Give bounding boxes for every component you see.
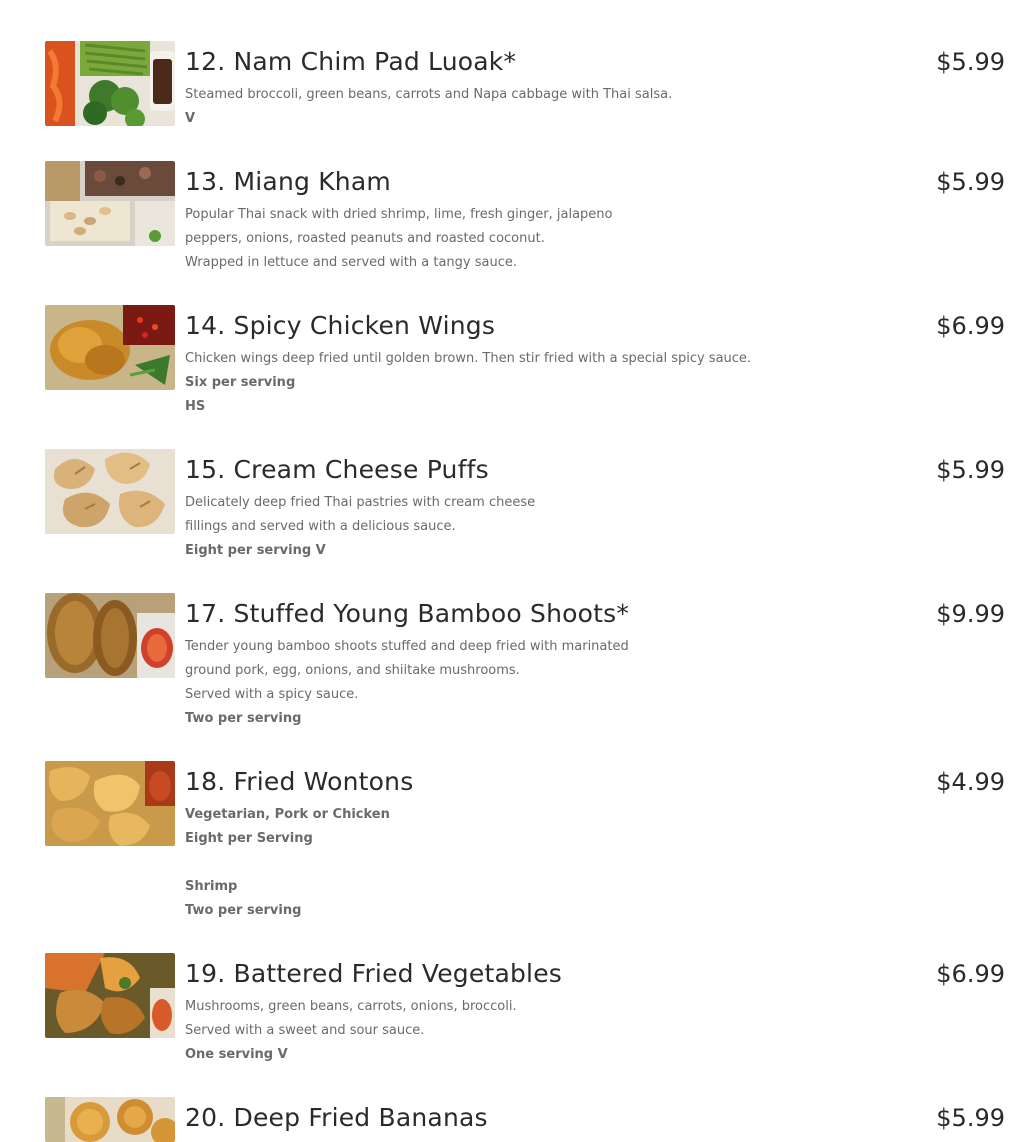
menu-item-option: Vegetarian, Pork or Chicken <box>185 807 390 822</box>
menu-item-description: peppers, onions, roasted peanuts and roa… <box>185 231 545 246</box>
menu-item-details: 18. Fried Wontons Vegetarian, Pork or Ch… <box>185 761 825 923</box>
menu-item-details: 20. Deep Fried Bananas <box>185 1097 825 1139</box>
menu-item-description: Chicken wings deep fried until golden br… <box>185 351 752 366</box>
menu-item-details: 17. Stuffed Young Bamboo Shoots* Tender … <box>185 593 825 731</box>
menu-item-details: 15. Cream Cheese Puffs Delicately deep f… <box>185 449 825 563</box>
menu-item-details: 12. Nam Chim Pad Luoak* Steamed broccoli… <box>185 41 825 131</box>
menu-item-details: 19. Battered Fried Vegetables Mushrooms,… <box>185 953 825 1067</box>
previous-item-tag: V <box>185 0 195 6</box>
menu-item-spacer <box>185 851 825 875</box>
bamboo-shoots-image[interactable] <box>45 593 175 678</box>
menu-item-price: $4.99 <box>936 768 1005 796</box>
menu-item-description: Steamed broccoli, green beans, carrots a… <box>185 87 673 102</box>
menu-item-details: 13. Miang Kham Popular Thai snack with d… <box>185 161 825 275</box>
menu-item-price: $5.99 <box>936 1104 1005 1132</box>
chicken-wings-image[interactable] <box>45 305 175 390</box>
cream-cheese-puffs-image[interactable] <box>45 449 175 534</box>
menu-item-price: $9.99 <box>936 600 1005 628</box>
menu-item-price: $6.99 <box>936 312 1005 340</box>
fried-wontons-image[interactable] <box>45 761 175 846</box>
menu-item-title: 12. Nam Chim Pad Luoak* <box>185 47 517 76</box>
menu-item-details: 14. Spicy Chicken Wings Chicken wings de… <box>185 305 825 419</box>
menu-item-description: Tender young bamboo shoots stuffed and d… <box>185 639 629 654</box>
menu-item-title: 17. Stuffed Young Bamboo Shoots* <box>185 599 630 628</box>
previous-item-image[interactable] <box>45 0 175 6</box>
menu-item-description: Mushrooms, green beans, carrots, onions,… <box>185 999 517 1014</box>
fried-bananas-image[interactable] <box>45 1097 175 1142</box>
menu-item-price: $5.99 <box>936 168 1005 196</box>
menu-item-price: $6.99 <box>936 960 1005 988</box>
battered-vegetables-image[interactable] <box>45 953 175 1038</box>
menu-item-description: Popular Thai snack with dried shrimp, li… <box>185 207 613 222</box>
menu-item-tag: HS <box>185 399 206 414</box>
menu-item-option: Shrimp <box>185 879 238 894</box>
menu-item-serving: Six per serving <box>185 375 296 390</box>
menu-item-serving: Two per serving <box>185 711 302 726</box>
menu-item-serving: Two per serving <box>185 903 302 918</box>
menu-item-description: Wrapped in lettuce and served with a tan… <box>185 255 518 270</box>
menu-item-title: 15. Cream Cheese Puffs <box>185 455 489 484</box>
menu-item-description: ground pork, egg, onions, and shiitake m… <box>185 663 520 678</box>
menu-item-serving: Eight per serving V <box>185 543 326 558</box>
menu-item-tag: V <box>185 111 196 126</box>
menu-item-serving: One serving V <box>185 1047 288 1062</box>
menu-item-description: fillings and served with a delicious sau… <box>185 519 456 534</box>
menu-item-price: $5.99 <box>936 48 1005 76</box>
menu-item-title: 18. Fried Wontons <box>185 767 414 796</box>
menu-item-title: 20. Deep Fried Bananas <box>185 1103 488 1132</box>
menu-item-description: Served with a sweet and sour sauce. <box>185 1023 425 1038</box>
menu-item-price: $5.99 <box>936 456 1005 484</box>
menu-item-serving: Eight per Serving <box>185 831 313 846</box>
miang-kham-image[interactable] <box>45 161 175 246</box>
steamed-vegetables-image[interactable] <box>45 41 175 126</box>
menu-item-description: Served with a spicy sauce. <box>185 687 359 702</box>
menu-item-title: 14. Spicy Chicken Wings <box>185 311 496 340</box>
menu-item-title: 13. Miang Kham <box>185 167 391 196</box>
menu-item-title: 19. Battered Fried Vegetables <box>185 959 563 988</box>
menu-item-description: Delicately deep fried Thai pastries with… <box>185 495 536 510</box>
